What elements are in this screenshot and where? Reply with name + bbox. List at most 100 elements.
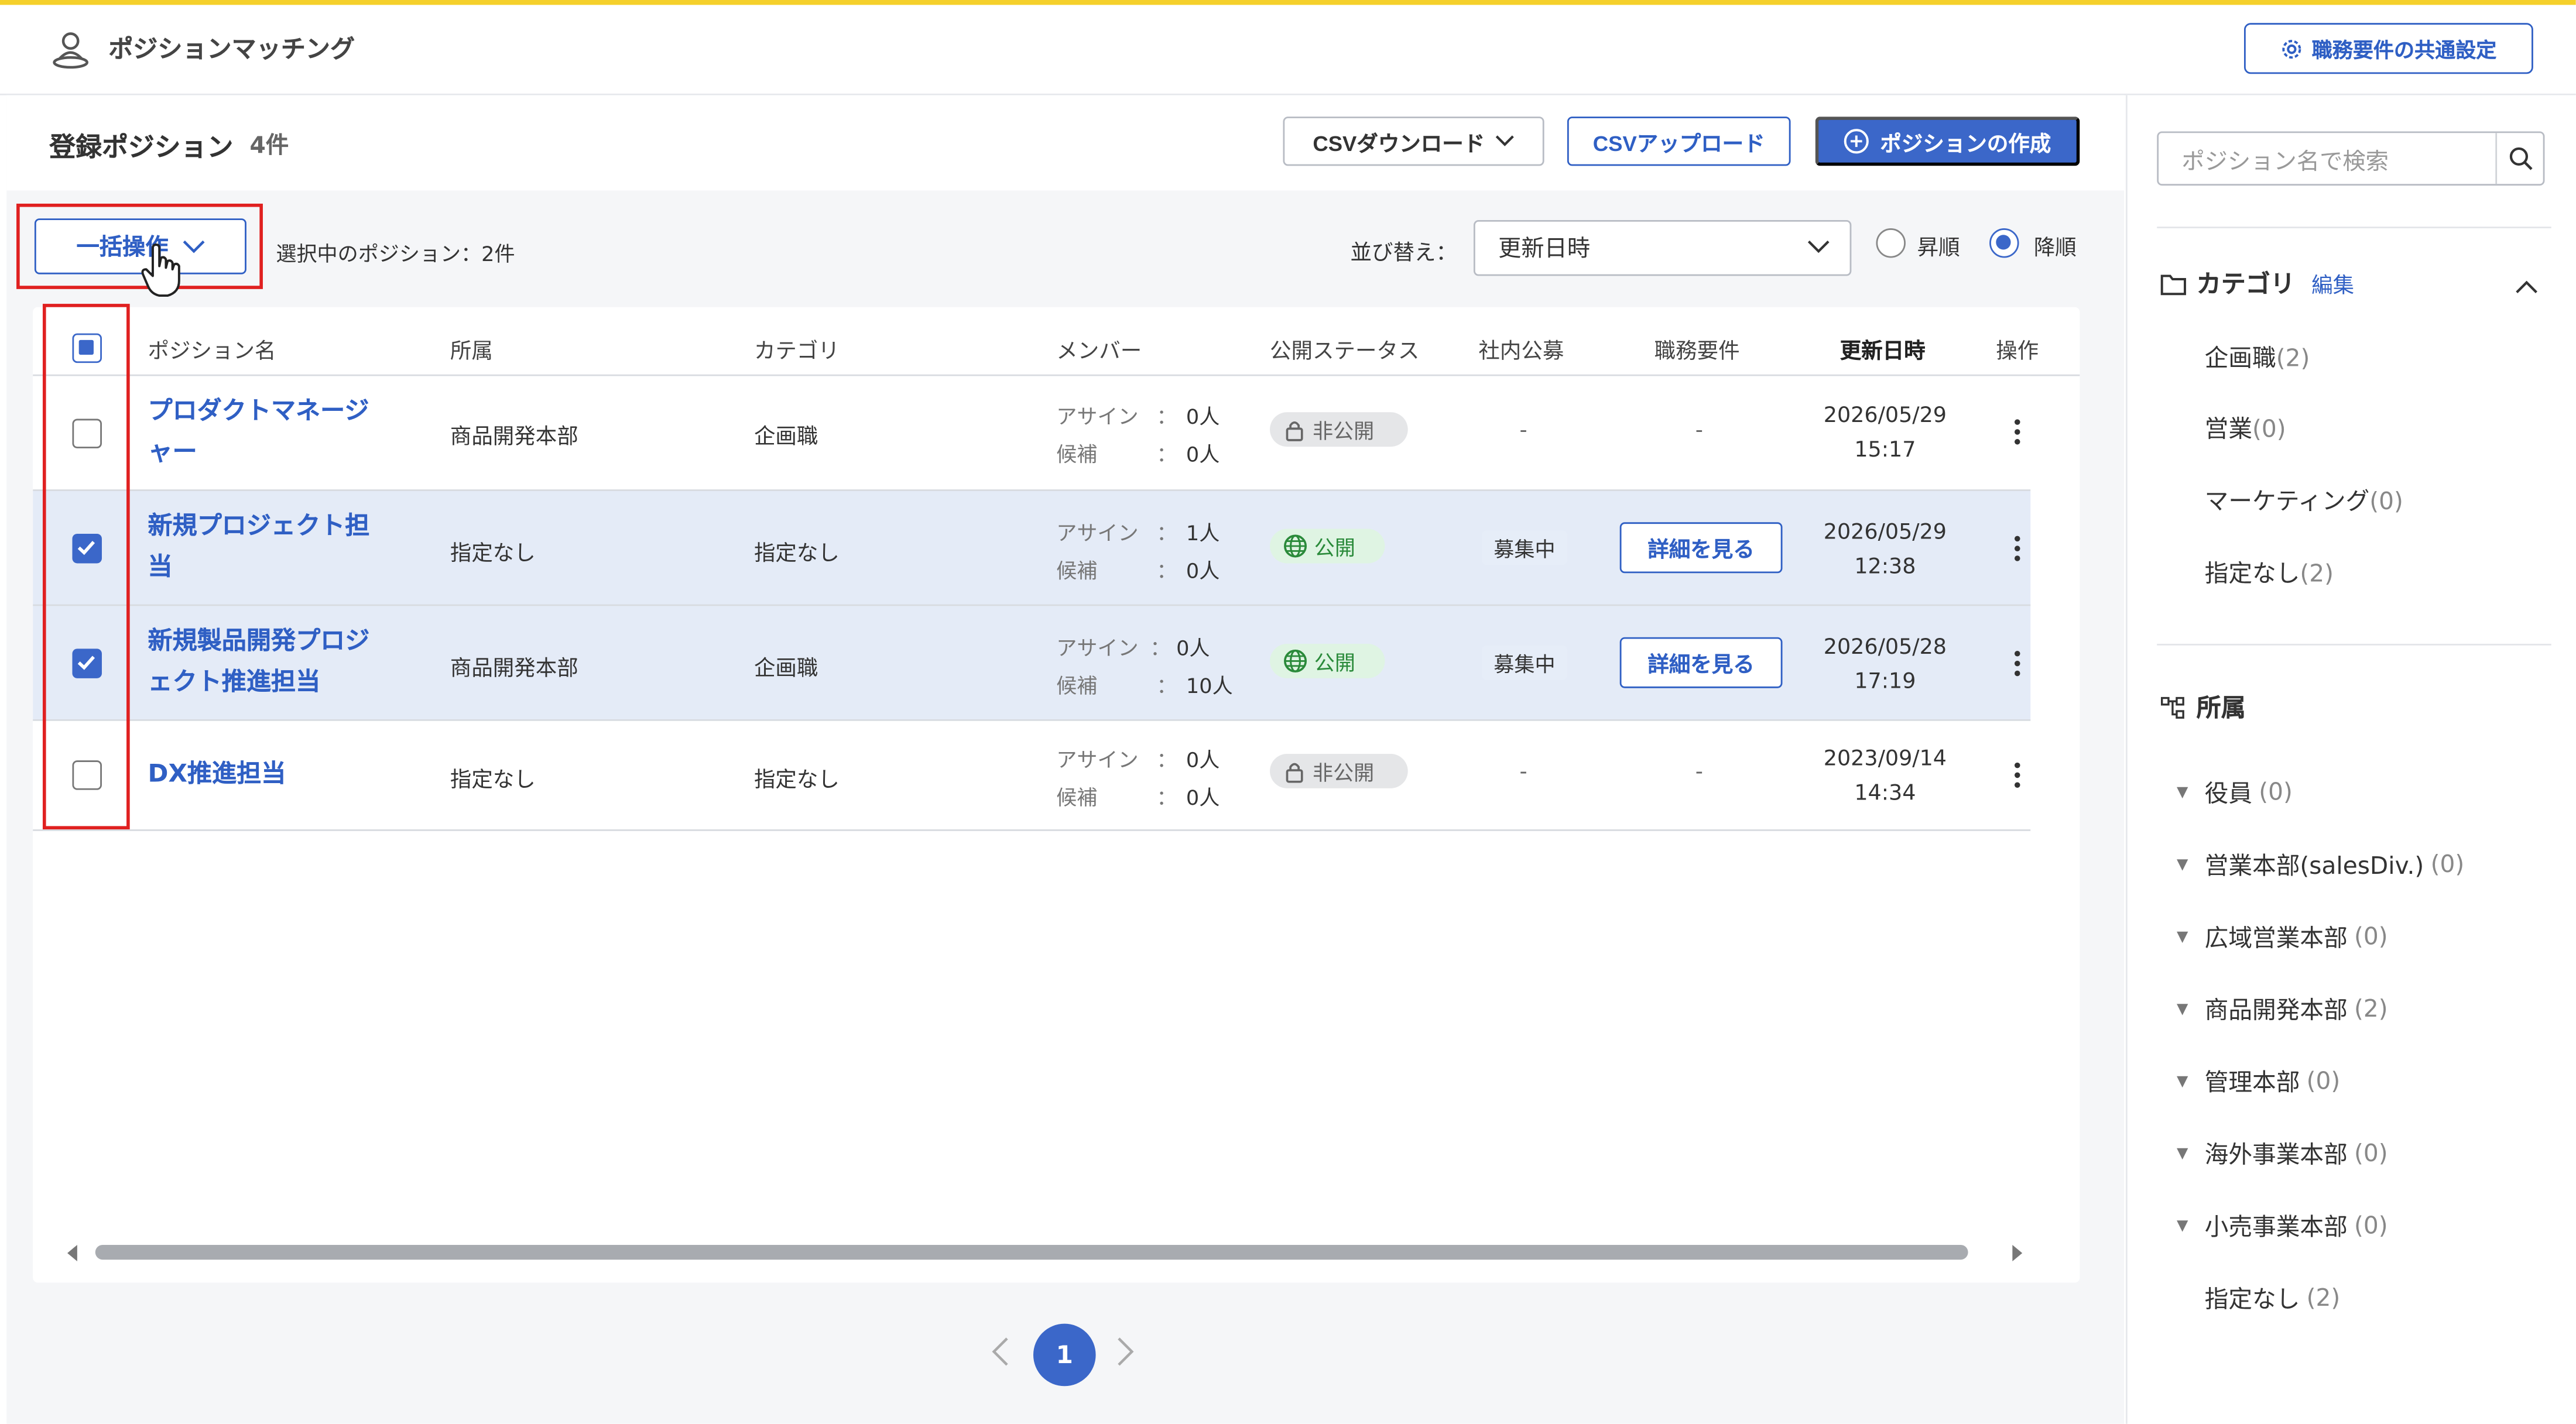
col-public-status: 公開ステータス bbox=[1270, 339, 1420, 365]
position-name-line1: 新規製品開発プロジ bbox=[148, 626, 370, 656]
category-item[interactable]: 企画職(2) bbox=[2205, 340, 2310, 375]
org-item[interactable]: ▼ 小売事業本部 (0) bbox=[2177, 1209, 2388, 1243]
status-text: 公開 bbox=[1314, 535, 1355, 560]
create-position-button[interactable]: ポジションの作成 bbox=[1815, 116, 2080, 166]
csv-upload-button[interactable]: CSVアップロード bbox=[1567, 116, 1791, 166]
org-item[interactable]: ▼ 海外事業本部 (0) bbox=[2177, 1137, 2388, 1171]
candidate-label: 候補 bbox=[1056, 558, 1098, 584]
expand-triangle-icon: ▼ bbox=[2176, 1073, 2188, 1090]
scrollbar-thumb[interactable] bbox=[95, 1244, 1968, 1260]
sort-desc-label: 降順 bbox=[2033, 236, 2077, 262]
sort-select[interactable]: 更新日時 bbox=[1473, 220, 1852, 276]
expand-triangle-icon: ▼ bbox=[2176, 928, 2188, 945]
csv-download-label: CSVダウンロード bbox=[1313, 131, 1485, 156]
table-row[interactable]: 新規製品開発プロジ ェクト推進担当 商品開発本部 企画職 アサイン ： 0人 候… bbox=[33, 606, 2031, 721]
main-panel: 登録ポジション 4件 CSVダウンロード CSVアップロード ポジションの作成 … bbox=[6, 95, 2125, 1424]
assign-value: 0人 bbox=[1186, 747, 1220, 772]
expand-triangle-icon: ▼ bbox=[2176, 784, 2188, 801]
dept-cell: 商品開発本部 bbox=[450, 425, 578, 450]
table-header: ポジション名 所属 カテゴリ メンバー 公開ステータス 社内公募 職務要件 更新… bbox=[33, 307, 2080, 376]
org-item[interactable]: ▼ 営業本部(salesDiv.) (0) bbox=[2177, 847, 2464, 882]
table-row[interactable]: 新規プロジェクト担 当 指定なし 指定なし アサイン ： 1人 候補 ： 0人 … bbox=[33, 490, 2031, 606]
position-name-link[interactable]: 新規製品開発プロジ ェクト推進担当 bbox=[148, 621, 411, 703]
category-item[interactable]: 営業(0) bbox=[2205, 411, 2286, 445]
kebab-menu-icon[interactable] bbox=[2012, 760, 2022, 790]
kebab-menu-icon[interactable] bbox=[2012, 648, 2022, 678]
page-title: 登録ポジション bbox=[49, 131, 234, 163]
col-updated-at[interactable]: 更新日時 bbox=[1840, 334, 1926, 365]
category-item[interactable]: 指定なし(2) bbox=[2205, 555, 2334, 589]
category-cell: 指定なし bbox=[753, 541, 840, 567]
csv-download-button[interactable]: CSVダウンロード bbox=[1283, 116, 1544, 166]
colon: ： bbox=[1156, 558, 1177, 584]
sort-select-value: 更新日時 bbox=[1498, 236, 1591, 263]
position-name-link[interactable]: DX推進担当 bbox=[148, 754, 411, 795]
recruit-badge: 募集中 bbox=[1482, 645, 1567, 680]
view-details-button[interactable]: 詳細を見る bbox=[1619, 637, 1783, 688]
scroll-left-icon[interactable] bbox=[66, 1243, 78, 1263]
col-category: カテゴリ bbox=[753, 339, 840, 365]
app-header: ポジションマッチング 職務要件の共通設定 bbox=[0, 5, 2576, 95]
org-item[interactable]: ▼ 役員 (0) bbox=[2177, 775, 2293, 809]
assign-value: 1人 bbox=[1186, 520, 1220, 545]
col-members: メンバー bbox=[1056, 339, 1142, 365]
updated-at-cell: 2026/05/29 15:17 bbox=[1807, 399, 1964, 468]
search-button[interactable] bbox=[2495, 133, 2544, 184]
assign-label: アサイン bbox=[1056, 520, 1139, 545]
position-count: 4件 bbox=[249, 133, 289, 160]
csv-upload-label: CSVアップロード bbox=[1592, 131, 1765, 156]
org-item[interactable]: ▼ 商品開発本部 (2) bbox=[2177, 992, 2388, 1027]
status-badge: 公開 bbox=[1270, 529, 1385, 564]
create-position-label: ポジションの作成 bbox=[1880, 131, 2051, 156]
candidate-value: 0人 bbox=[1186, 441, 1220, 466]
kebab-menu-icon[interactable] bbox=[2012, 534, 2022, 564]
app-root: ポジションマッチング 職務要件の共通設定 登録ポジション 4件 CSVダウンロー… bbox=[0, 0, 2576, 1424]
org-item[interactable]: 指定なし (2) bbox=[2177, 1281, 2341, 1316]
pagination-current-page[interactable]: 1 bbox=[1033, 1323, 1096, 1387]
category-title: カテゴリ bbox=[2196, 269, 2296, 299]
pagination-next-icon[interactable] bbox=[1115, 1337, 1135, 1367]
person-pin-icon bbox=[53, 32, 88, 69]
selected-positions-info: 選択中のポジション：2件 bbox=[276, 241, 515, 266]
assign-label: アサイン bbox=[1056, 747, 1139, 772]
position-search[interactable]: ポジション名で検索 bbox=[2157, 131, 2545, 186]
category-section-header: カテゴリ 編集 bbox=[2160, 266, 2354, 301]
status-text: 公開 bbox=[1314, 650, 1355, 675]
sort-asc-radio[interactable] bbox=[1876, 228, 1906, 258]
view-details-button[interactable]: 詳細を見る bbox=[1619, 522, 1783, 574]
kebab-menu-icon[interactable] bbox=[2012, 417, 2022, 447]
updated-time: 12:38 bbox=[1854, 555, 1916, 580]
requirement-cell: - bbox=[1695, 760, 1703, 785]
category-cell: 指定なし bbox=[753, 768, 840, 794]
scroll-right-icon[interactable] bbox=[2011, 1243, 2024, 1263]
lock-icon bbox=[1286, 420, 1303, 441]
assign-label: アサイン bbox=[1056, 404, 1139, 429]
search-input[interactable]: ポジション名で検索 bbox=[2181, 145, 2389, 177]
lock-icon bbox=[1286, 762, 1303, 783]
position-name-line1: DX推進担当 bbox=[148, 759, 286, 788]
org-item[interactable]: ▼ 管理本部 (0) bbox=[2177, 1064, 2340, 1099]
horizontal-scrollbar[interactable] bbox=[39, 1241, 2047, 1264]
position-name-link[interactable]: プロダクトマネージ ャー bbox=[148, 391, 411, 473]
pagination-prev-icon[interactable] bbox=[991, 1337, 1010, 1367]
category-item[interactable]: マーケティング(0) bbox=[2205, 483, 2403, 517]
category-cell: 企画職 bbox=[753, 425, 818, 450]
recruit-badge: 募集中 bbox=[1482, 530, 1567, 565]
assign-label: アサイン bbox=[1056, 635, 1139, 661]
sort-desc-radio[interactable] bbox=[1989, 228, 2019, 258]
requirement-cell: - bbox=[1695, 418, 1703, 444]
table-row[interactable]: プロダクトマネージ ャー 商品開発本部 企画職 アサイン ： 0人 候補 ： 0… bbox=[33, 376, 2031, 491]
app-title: ポジションマッチング bbox=[108, 34, 355, 64]
org-item[interactable]: ▼ 広域営業本部 (0) bbox=[2177, 919, 2388, 954]
candidate-value: 0人 bbox=[1186, 785, 1220, 810]
common-requirements-button[interactable]: 職務要件の共通設定 bbox=[2243, 23, 2533, 74]
updated-at-cell: 2026/05/29 12:38 bbox=[1807, 516, 1964, 585]
updated-date: 2026/05/29 bbox=[1823, 404, 1947, 429]
table-row[interactable]: DX推進担当 指定なし 指定なし アサイン ： 0人 候補 ： 0人 非公開 -… bbox=[33, 720, 2031, 831]
chevron-up-icon[interactable] bbox=[2515, 279, 2538, 294]
candidate-value: 10人 bbox=[1186, 673, 1233, 698]
dept-cell: 指定なし bbox=[450, 768, 536, 794]
category-edit-link[interactable]: 編集 bbox=[2311, 267, 2354, 299]
dept-cell: 指定なし bbox=[450, 541, 536, 567]
position-name-link[interactable]: 新規プロジェクト担 当 bbox=[148, 506, 411, 588]
